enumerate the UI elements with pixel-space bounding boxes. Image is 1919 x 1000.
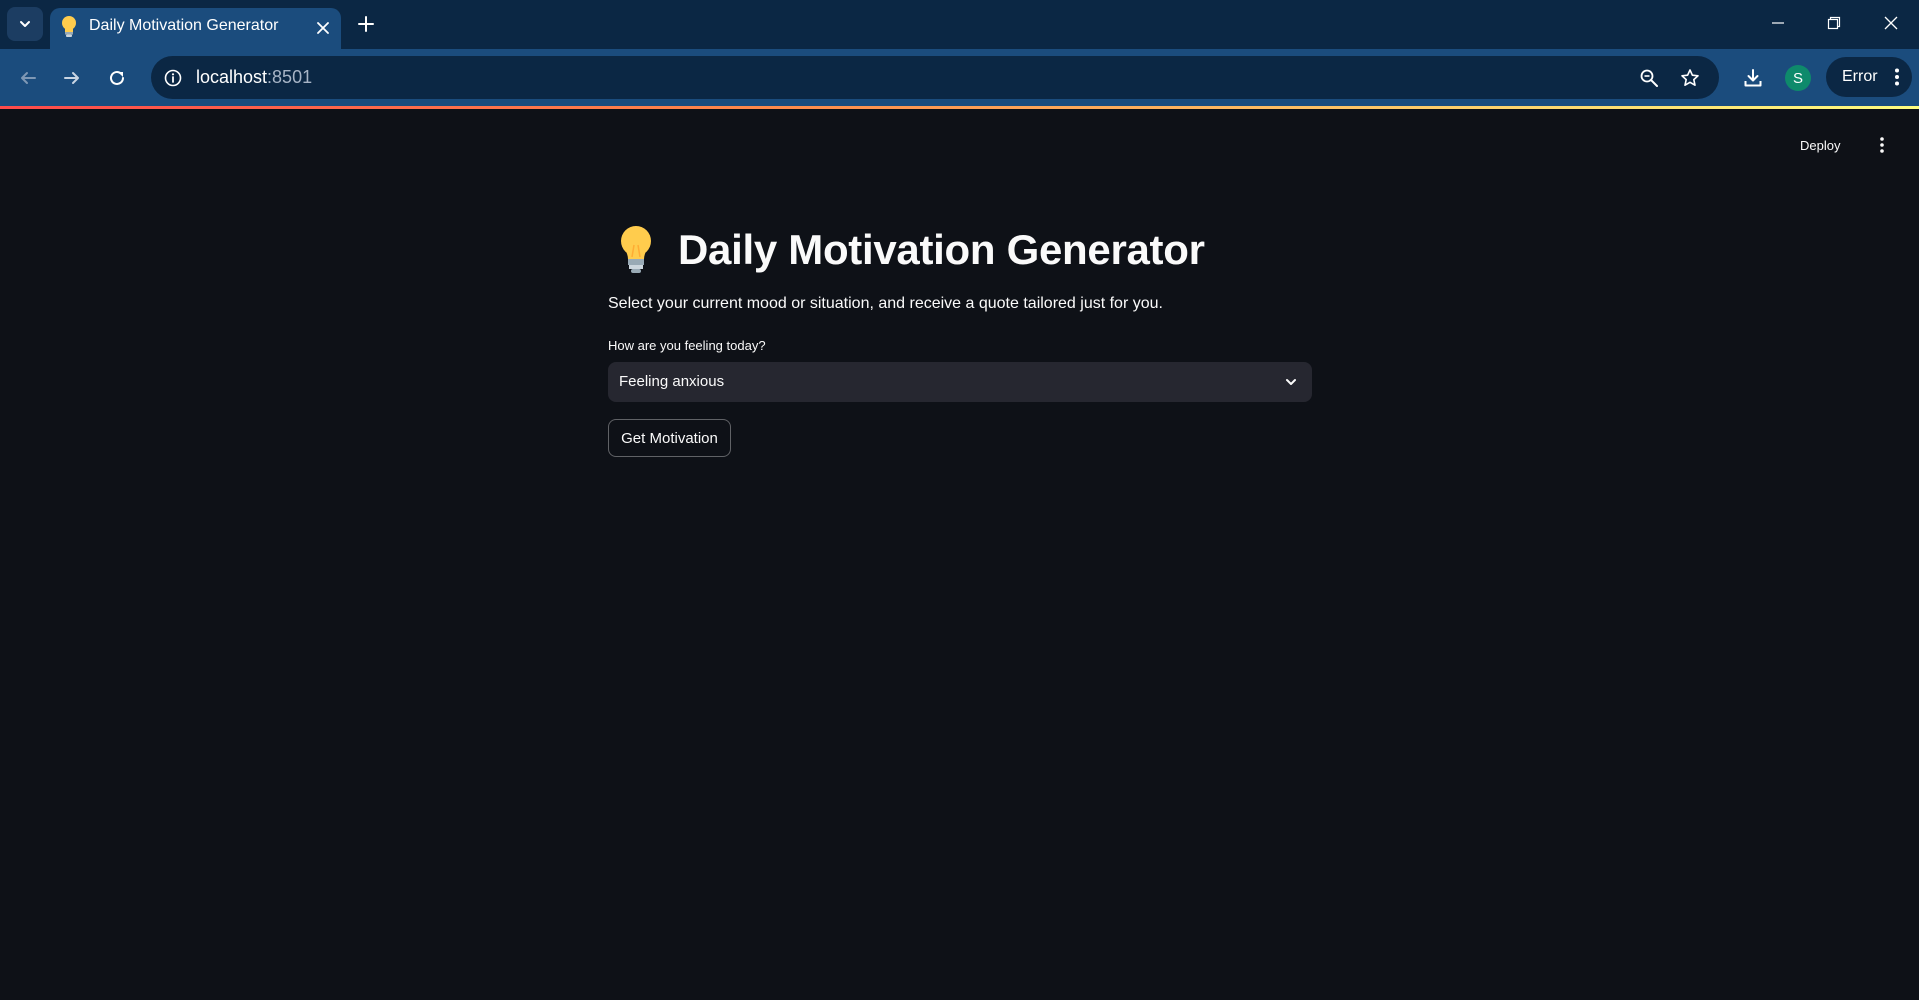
kebab-menu-icon	[1880, 137, 1884, 153]
error-menu-button[interactable]: Error	[1826, 57, 1912, 97]
reload-button[interactable]	[102, 63, 132, 93]
url-port: :8501	[267, 67, 313, 87]
get-motivation-button[interactable]: Get Motivation	[608, 419, 731, 457]
zoom-icon	[1640, 69, 1658, 87]
browser-tabstrip: Daily Motivation Generator	[0, 0, 1919, 49]
window-close-button[interactable]	[1876, 10, 1906, 36]
back-button[interactable]	[13, 63, 43, 93]
mood-select-value: Feeling anxious	[619, 373, 725, 390]
star-icon	[1681, 69, 1699, 86]
error-label: Error	[1842, 68, 1878, 85]
forward-arrow-icon	[64, 72, 79, 84]
reload-icon	[110, 70, 124, 85]
kebab-menu-icon	[1888, 65, 1906, 89]
download-icon	[1744, 69, 1762, 87]
lightbulb-icon	[621, 226, 651, 273]
url-text: localhost:8501	[196, 67, 312, 88]
url-host: localhost	[196, 67, 268, 87]
restore-button[interactable]	[1819, 10, 1849, 36]
zoom-button[interactable]	[1637, 66, 1661, 90]
deploy-button[interactable]: Deploy	[1800, 134, 1840, 156]
title-row: Daily Motivation Generator	[608, 220, 1205, 280]
page-title: Daily Motivation Generator	[678, 226, 1205, 273]
tab-close-button[interactable]	[312, 17, 334, 39]
tab-title: Daily Motivation Generator	[89, 17, 279, 34]
forward-button[interactable]	[57, 63, 87, 93]
app-main-menu-button[interactable]	[1872, 133, 1892, 157]
chevron-down-icon	[1281, 372, 1301, 392]
back-arrow-icon	[21, 72, 36, 84]
new-tab-button[interactable]	[353, 11, 379, 37]
tab-search-button[interactable]	[7, 7, 43, 41]
app-decoration-bar	[0, 106, 1919, 109]
downloads-button[interactable]	[1738, 63, 1768, 93]
bookmark-button[interactable]	[1678, 66, 1702, 90]
window-close-icon	[1884, 16, 1898, 30]
plus-icon	[358, 16, 374, 32]
site-info-button[interactable]	[161, 66, 185, 90]
mood-select[interactable]: Feeling anxious	[608, 362, 1312, 402]
site-info-icon	[164, 69, 182, 87]
browser-toolbar: localhost:8501 S Error	[0, 49, 1919, 106]
lightbulb-icon	[62, 16, 76, 37]
minimize-icon	[1772, 22, 1784, 24]
mood-select-label: How are you feeling today?	[608, 338, 766, 353]
page-subtitle: Select your current mood or situation, a…	[608, 295, 1163, 312]
profile-avatar[interactable]: S	[1785, 65, 1811, 91]
address-bar[interactable]: localhost:8501	[151, 56, 1719, 99]
restore-icon	[1827, 16, 1841, 30]
browser-tab-active[interactable]: Daily Motivation Generator	[50, 8, 341, 49]
minimize-button[interactable]	[1763, 10, 1793, 36]
chevron-down-icon	[20, 21, 30, 27]
close-icon	[317, 22, 329, 34]
